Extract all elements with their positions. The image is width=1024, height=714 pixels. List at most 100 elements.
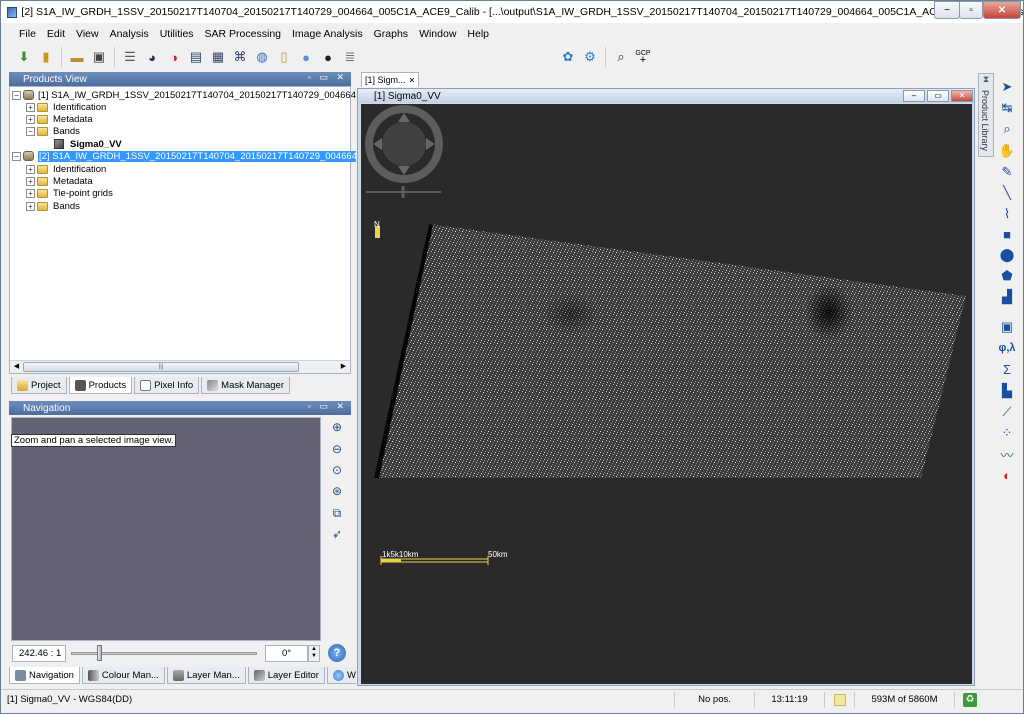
collapse-toggle[interactable]: − — [12, 151, 21, 161]
tab-layer-manager[interactable]: Layer Man... — [166, 667, 246, 684]
menu-edit[interactable]: Edit — [47, 28, 65, 40]
collapse-toggle[interactable]: − — [26, 126, 35, 136]
menu-window[interactable]: Window — [419, 28, 456, 40]
save-icon[interactable]: ▣ — [89, 47, 109, 67]
tree-node-bands[interactable]: − Bands — [26, 125, 80, 137]
open-folder-icon[interactable]: ▬ — [67, 47, 87, 67]
close-button[interactable]: ✕ — [983, 1, 1021, 19]
menu-image-analysis[interactable]: Image Analysis — [292, 28, 363, 40]
iframe-maximize-icon[interactable]: ▭ — [927, 90, 949, 102]
help-button[interactable]: ? — [328, 644, 346, 662]
menu-graphs[interactable]: Graphs — [374, 28, 408, 40]
image-view-tab[interactable]: [1] Sigm... ✕ — [361, 72, 419, 87]
pin-placing-icon[interactable]: ✎ — [997, 162, 1017, 182]
image-canvas[interactable]: N 1k5k10km 50km — [361, 104, 972, 684]
iframe-minimize-icon[interactable]: – — [903, 90, 925, 102]
graph-builder-icon[interactable]: ⌘ — [230, 47, 250, 67]
expand-toggle[interactable]: + — [26, 176, 35, 186]
geo-coding-icon[interactable]: φ,λ — [997, 338, 1017, 358]
tab-products[interactable]: Products — [68, 377, 133, 394]
line-tool-icon[interactable]: ╲ — [997, 183, 1017, 203]
scatter-plot-icon[interactable]: ⁘ — [997, 423, 1017, 443]
panel-controls[interactable]: ▫ ▭ ✕ — [308, 401, 347, 412]
tree-node-bands-2[interactable]: + Bands — [26, 200, 80, 212]
pan-tool-icon[interactable]: ✋ — [997, 141, 1017, 161]
tree-node-metadata[interactable]: + Metadata — [26, 113, 93, 125]
menu-help[interactable]: Help — [467, 28, 489, 40]
expand-toggle[interactable]: + — [26, 102, 35, 112]
tree-node-tie-point-grids[interactable]: + Tie-point grids — [26, 187, 113, 199]
menu-file[interactable]: File — [19, 28, 36, 40]
tree-node-identification-2[interactable]: + Identification — [26, 163, 106, 175]
tree-node-identification[interactable]: + Identification — [26, 101, 106, 113]
image-window-controls[interactable]: – ▭ ✕ — [903, 90, 973, 102]
rectangle-tool-icon[interactable]: ■ — [997, 224, 1017, 244]
panel-controls[interactable]: ▫ ▭ ✕ — [308, 72, 347, 83]
globe-icon[interactable]: ◍ — [252, 47, 272, 67]
sphere-icon[interactable]: ● — [318, 47, 338, 67]
magic-wand-icon[interactable]: ▟ — [997, 287, 1017, 307]
mask-area-icon[interactable]: ◐ — [997, 465, 1017, 485]
pin-tool-icon[interactable]: ⌕ — [611, 47, 631, 67]
scale-field[interactable]: 242.46 : 1 — [12, 645, 66, 662]
scroll-left-arrow[interactable]: ◀ — [11, 362, 22, 372]
tab-navigation[interactable]: Navigation — [9, 667, 80, 684]
tab-mask-manager[interactable]: Mask Manager — [201, 377, 290, 394]
tree-node-product-2[interactable]: − [2] S1A_IW_GRDH_1SSV_20150217T140704_20… — [12, 150, 398, 162]
menu-view[interactable]: View — [76, 28, 99, 40]
speckle-filter-icon[interactable]: ▤ — [186, 47, 206, 67]
histogram-icon[interactable]: ▙ — [997, 381, 1017, 401]
calibration-icon[interactable]: ◑ — [164, 47, 184, 67]
tree-node-metadata-2[interactable]: + Metadata — [26, 175, 93, 187]
horizontal-scrollbar[interactable]: ◀ ||| ▶ — [10, 360, 350, 373]
sync-cursor-icon[interactable]: ➶ — [328, 525, 346, 543]
navigation-canvas[interactable] — [11, 417, 321, 641]
profile-plot-icon[interactable]: ⟋ — [997, 402, 1017, 422]
zoom-all-icon[interactable]: ⊛ — [328, 482, 346, 500]
expand-toggle[interactable]: + — [26, 164, 35, 174]
tree-node-sigma0-vv[interactable]: Sigma0_VV — [54, 138, 122, 150]
select-tool-icon[interactable]: ➤ — [997, 77, 1017, 97]
minimize-button[interactable]: − — [934, 1, 960, 19]
zoom-in-icon[interactable]: ⊕ — [328, 418, 346, 436]
tab-close-icon[interactable]: ✕ — [409, 76, 416, 85]
settings-gear-icon[interactable]: ✿ — [558, 47, 578, 67]
menu-analysis[interactable]: Analysis — [110, 28, 149, 40]
rotation-field[interactable]: 0° — [265, 645, 308, 662]
expand-toggle[interactable]: + — [26, 114, 35, 124]
information-icon[interactable]: ▣ — [997, 317, 1017, 337]
tab-project[interactable]: Project — [11, 377, 67, 394]
product-library-tab[interactable]: ⧗ Product Library — [978, 73, 994, 157]
statistics-icon[interactable]: Σ — [997, 359, 1017, 379]
iframe-close-icon[interactable]: ✕ — [951, 90, 973, 102]
gcp-tool-icon[interactable]: GCP + — [633, 47, 653, 67]
zoom-pixel-icon[interactable]: ⊙ — [328, 461, 346, 479]
worldmap-icon[interactable]: ● — [296, 47, 316, 67]
pan-compass[interactable] — [365, 105, 443, 198]
open-product-icon[interactable]: ▮ — [36, 47, 56, 67]
garbage-collect-icon[interactable]: ♻ — [963, 692, 977, 707]
terrain-icon[interactable]: ◕ — [142, 47, 162, 67]
tab-colour-manipulation[interactable]: Colour Man... — [81, 667, 165, 684]
scroll-thumb[interactable]: ||| — [23, 362, 299, 372]
zoom-tool-icon[interactable]: ⌕ — [997, 119, 1017, 139]
coregistration-icon[interactable]: ▦ — [208, 47, 228, 67]
expand-toggle[interactable]: + — [26, 188, 35, 198]
tab-pixel-info[interactable]: Pixel Info — [134, 377, 200, 394]
zoom-slider-thumb[interactable] — [97, 645, 102, 661]
spectrum-icon[interactable]: 〰 — [997, 444, 1017, 464]
tab-layer-editor[interactable]: Layer Editor — [247, 667, 325, 684]
gears-icon[interactable]: ⚙ — [580, 47, 600, 67]
tree-node-product-1[interactable]: − [1] S1A_IW_GRDH_1SSV_20150217T140704_20… — [12, 89, 396, 101]
ruler-icon[interactable]: ▯ — [274, 47, 294, 67]
sync-views-icon[interactable]: ⧉ — [328, 504, 346, 522]
ellipse-tool-icon[interactable]: ⬤ — [997, 245, 1017, 265]
polyline-tool-icon[interactable]: ⌇ — [997, 204, 1017, 224]
expand-toggle[interactable]: + — [26, 201, 35, 211]
range-finder-icon[interactable]: ↹ — [997, 98, 1017, 118]
maximize-button[interactable]: ▫ — [959, 1, 983, 19]
rotation-spinner[interactable]: ▲ ▼ — [308, 645, 320, 662]
scroll-right-arrow[interactable]: ▶ — [338, 362, 349, 372]
collapse-toggle[interactable]: − — [12, 90, 21, 100]
menu-utilities[interactable]: Utilities — [160, 28, 194, 40]
